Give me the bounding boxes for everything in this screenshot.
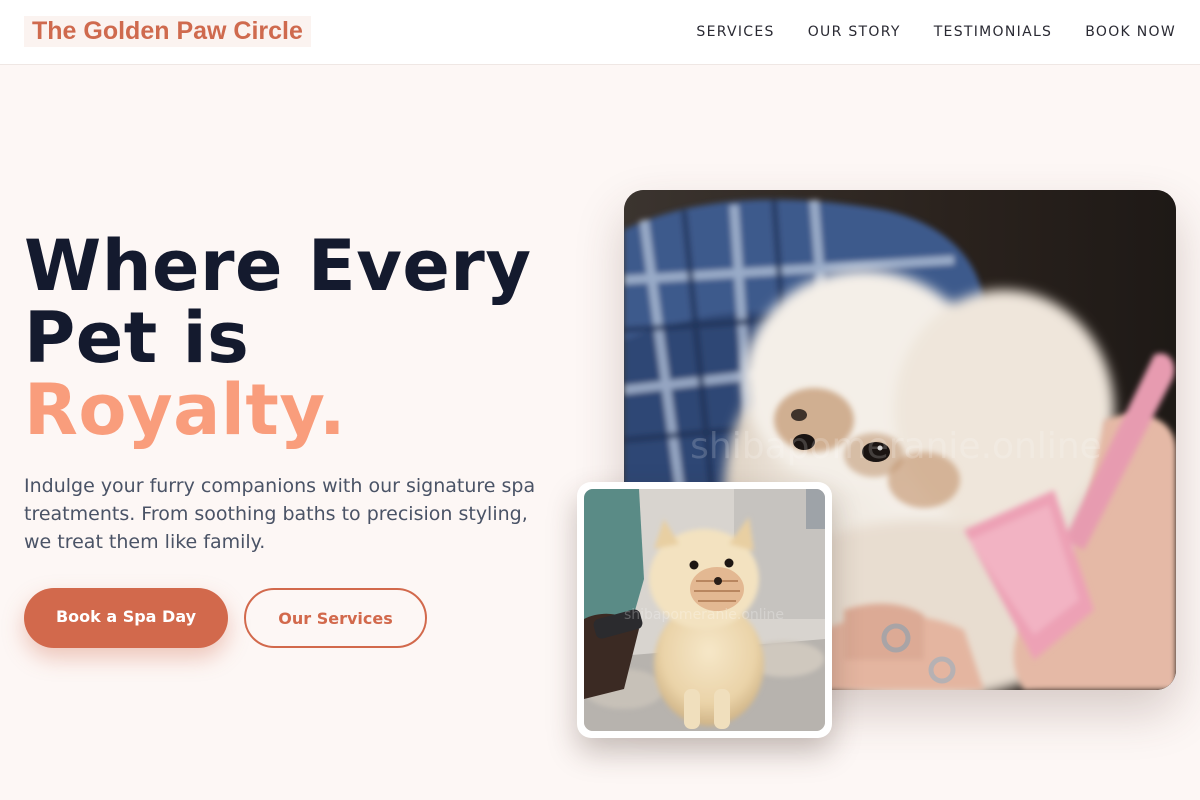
- site-header: The Golden Paw Circle SERVICES OUR STORY…: [0, 0, 1200, 65]
- main-nav: SERVICES OUR STORY TESTIMONIALS BOOK NOW: [696, 0, 1176, 64]
- hero-title-line-2: Pet is: [24, 297, 250, 379]
- secondary-photo-watermark: shibapomeranie.online: [624, 607, 784, 623]
- main-photo-watermark: shibapomeranie.online: [690, 426, 1102, 467]
- nav-link-book-now[interactable]: BOOK NOW: [1085, 24, 1176, 40]
- pomeranian-image: shibapomeranie.online: [584, 489, 825, 731]
- brand-logo[interactable]: The Golden Paw Circle: [24, 16, 311, 47]
- hero-secondary-photo: shibapomeranie.online: [577, 482, 832, 738]
- hero-title-accent: Royalty.: [24, 369, 347, 451]
- book-spa-day-button[interactable]: Book a Spa Day: [24, 588, 228, 648]
- hero-subtitle: Indulge your furry companions with our s…: [24, 475, 536, 553]
- nav-link-services[interactable]: SERVICES: [696, 24, 774, 40]
- nav-link-our-story[interactable]: OUR STORY: [808, 24, 901, 40]
- hero-title: Where Every Pet is Royalty.: [24, 230, 584, 446]
- our-services-button[interactable]: Our Services: [244, 588, 427, 648]
- nav-link-testimonials[interactable]: TESTIMONIALS: [934, 24, 1053, 40]
- hero-title-line-1: Where Every: [24, 225, 532, 307]
